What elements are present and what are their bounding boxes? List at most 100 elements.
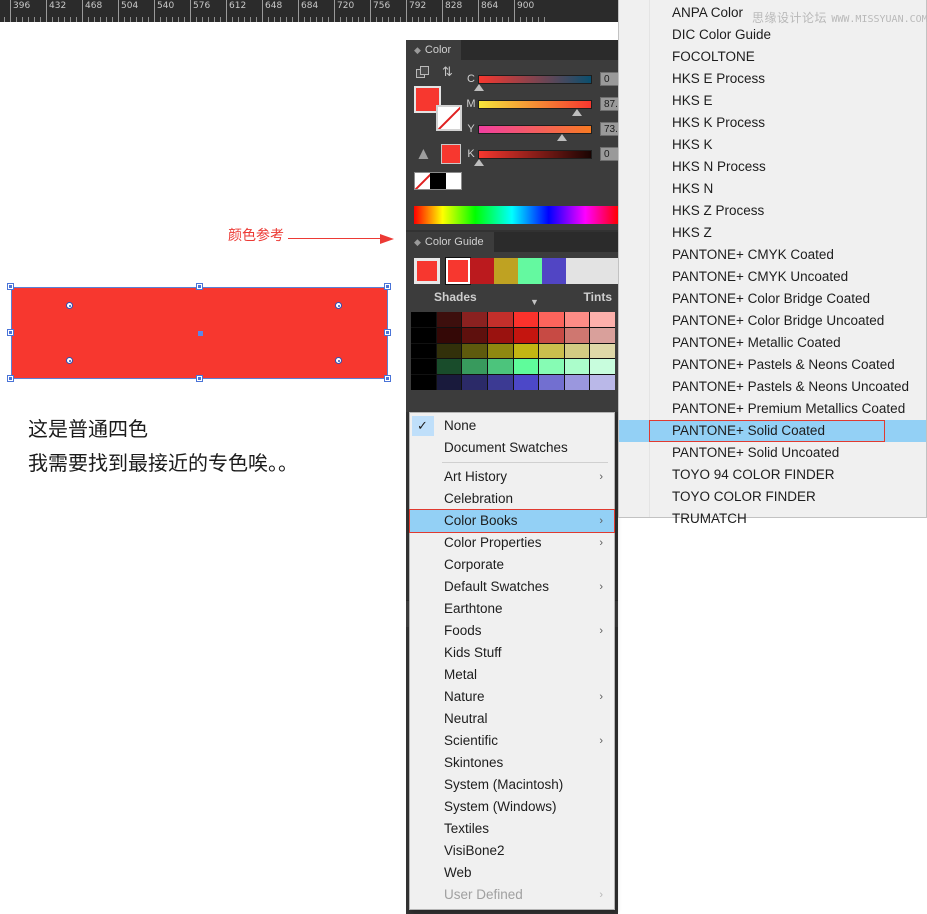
color-variation-swatch[interactable] — [436, 327, 462, 343]
submenu-item-dic-color-guide[interactable]: DIC Color Guide — [619, 24, 926, 46]
path-anchor-point[interactable] — [66, 357, 73, 364]
submenu-item-pantone-cmyk-coated[interactable]: PANTONE+ CMYK Coated — [619, 244, 926, 266]
color-variation-swatch[interactable] — [462, 343, 487, 359]
submenu-item-hks-e-process[interactable]: HKS E Process — [619, 68, 926, 90]
menu-item-scientific[interactable]: Scientific › — [410, 730, 614, 752]
color-variation-swatch[interactable] — [513, 375, 539, 390]
slider-track-m[interactable] — [478, 99, 592, 116]
color-variation-swatch[interactable] — [564, 375, 590, 390]
harmony-swatch[interactable] — [518, 258, 542, 284]
menu-item-foods[interactable]: Foods › — [410, 620, 614, 642]
submenu-item-hks-z[interactable]: HKS Z — [619, 222, 926, 244]
selection-bbox-handle[interactable] — [195, 375, 203, 382]
menu-item-visibone2[interactable]: VisiBone2 — [410, 840, 614, 862]
slider-thumb-c[interactable] — [474, 83, 484, 91]
selection-bbox-handle[interactable] — [384, 375, 391, 382]
slider-thumb-y[interactable] — [556, 133, 567, 141]
color-variation-swatch[interactable] — [590, 312, 615, 327]
color-variation-swatch[interactable] — [462, 327, 487, 343]
color-variation-swatch[interactable] — [436, 375, 462, 390]
submenu-item-pantone-pastels-neons-coated[interactable]: PANTONE+ Pastels & Neons Coated — [619, 354, 926, 376]
menu-item-corporate[interactable]: Corporate — [410, 554, 614, 576]
harmony-swatch[interactable] — [470, 258, 494, 284]
color-variation-swatch[interactable] — [436, 359, 462, 375]
menu-item-system-macintosh[interactable]: System (Macintosh) — [410, 774, 614, 796]
submenu-item-hks-z-process[interactable]: HKS Z Process — [619, 200, 926, 222]
color-variation-swatch[interactable] — [513, 312, 539, 327]
slider-thumb-k[interactable] — [474, 158, 484, 166]
color-variation-swatch[interactable] — [487, 375, 513, 390]
submenu-item-hks-k-process[interactable]: HKS K Process — [619, 112, 926, 134]
color-panel-tabbar[interactable]: ◆ Color — [406, 40, 618, 60]
color-variation-swatch[interactable] — [487, 359, 513, 375]
menu-item-nature[interactable]: Nature › — [410, 686, 614, 708]
slider-thumb-m[interactable] — [572, 108, 583, 116]
submenu-item-pantone-color-bridge-coated[interactable]: PANTONE+ Color Bridge Coated — [619, 288, 926, 310]
path-anchor-point[interactable] — [335, 357, 342, 364]
menu-item-document-swatches[interactable]: Document Swatches — [410, 437, 614, 459]
selection-bbox-handle[interactable] — [384, 329, 391, 336]
selection-bbox-handle[interactable] — [195, 283, 203, 290]
menu-item-neutral[interactable]: Neutral — [410, 708, 614, 730]
color-variation-swatch[interactable] — [539, 343, 564, 359]
selection-bbox-handle[interactable] — [384, 283, 391, 290]
submenu-item-trumatch[interactable]: TRUMATCH — [619, 508, 926, 530]
color-variation-swatch[interactable] — [411, 312, 436, 327]
color-variation-swatch[interactable] — [513, 343, 539, 359]
menu-item-earthtone[interactable]: Earthtone — [410, 598, 614, 620]
submenu-item-pantone-color-bridge-uncoated[interactable]: PANTONE+ Color Bridge Uncoated — [619, 310, 926, 332]
menu-item-textiles[interactable]: Textiles — [410, 818, 614, 840]
color-variation-swatch[interactable] — [513, 359, 539, 375]
cmyk-slider-row-c[interactable]: C0 — [464, 72, 636, 91]
shape-center-point[interactable] — [197, 331, 203, 336]
harmony-swatch[interactable] — [494, 258, 518, 284]
menu-item-color-books[interactable]: Color Books › — [409, 509, 615, 533]
color-variation-swatch[interactable] — [590, 343, 615, 359]
color-variation-swatch[interactable] — [462, 375, 487, 390]
submenu-item-toyo-color-finder[interactable]: TOYO COLOR FINDER — [619, 486, 926, 508]
color-variation-swatch[interactable] — [590, 375, 615, 390]
color-guide-harmony-strip[interactable] — [445, 257, 618, 285]
tab-color-guide[interactable]: ◆ Color Guide — [406, 232, 494, 252]
slider-track-k[interactable] — [474, 149, 592, 166]
harmony-swatch[interactable] — [445, 257, 471, 285]
out-of-gamut-warning-icon[interactable]: ▲ — [415, 145, 433, 162]
none-swatch[interactable] — [415, 173, 431, 189]
menu-item-none[interactable]: ✓ None — [410, 415, 614, 437]
submenu-item-pantone-pastels-neons-uncoated[interactable]: PANTONE+ Pastels & Neons Uncoated — [619, 376, 926, 398]
selection-bbox-handle[interactable] — [7, 283, 14, 290]
color-guide-variation-grid[interactable] — [411, 312, 615, 390]
color-variation-swatch[interactable] — [564, 312, 590, 327]
color-books-submenu[interactable]: ANPA Color DIC Color Guide FOCOLTONE HKS E … — [618, 0, 927, 526]
submenu-item-toyo-94-color-finder[interactable]: TOYO 94 COLOR FINDER — [619, 464, 926, 486]
selection-bbox-handle[interactable] — [7, 375, 14, 382]
color-variation-swatch[interactable] — [436, 343, 462, 359]
stroke-color-swatch[interactable] — [436, 105, 462, 131]
submenu-item-hks-n[interactable]: HKS N — [619, 178, 926, 200]
in-gamut-color-swatch[interactable] — [441, 144, 461, 164]
color-variation-swatch[interactable] — [462, 359, 487, 375]
submenu-item-pantone-cmyk-uncoated[interactable]: PANTONE+ CMYK Uncoated — [619, 266, 926, 288]
color-variation-swatch[interactable] — [590, 359, 615, 375]
color-variation-swatch[interactable] — [411, 375, 436, 390]
menu-item-web[interactable]: Web — [410, 862, 614, 884]
black-swatch[interactable] — [430, 173, 446, 189]
menu-item-skintones[interactable]: Skintones — [410, 752, 614, 774]
menu-item-art-history[interactable]: Art History › — [410, 466, 614, 488]
color-variation-swatch[interactable] — [564, 343, 590, 359]
color-spectrum-bar[interactable] — [414, 206, 618, 224]
white-swatch[interactable] — [445, 173, 461, 189]
cmyk-slider-row-m[interactable]: M 87.54 — [464, 97, 636, 116]
menu-item-color-properties[interactable]: Color Properties › — [410, 532, 614, 554]
color-variation-swatch[interactable] — [539, 359, 564, 375]
color-variation-swatch[interactable] — [564, 359, 590, 375]
submenu-item-hks-e[interactable]: HKS E — [619, 90, 926, 112]
color-variation-swatch[interactable] — [539, 312, 564, 327]
color-variation-swatch[interactable] — [513, 327, 539, 343]
submenu-item-hks-n-process[interactable]: HKS N Process — [619, 156, 926, 178]
menu-item-metal[interactable]: Metal — [410, 664, 614, 686]
swatch-libraries-menu[interactable]: ✓ None Document Swatches Art History › Celebr… — [409, 412, 615, 910]
path-anchor-point[interactable] — [66, 302, 73, 309]
submenu-item-pantone-solid-uncoated[interactable]: PANTONE+ Solid Uncoated — [619, 442, 926, 464]
chevron-down-icon[interactable]: ▼ — [530, 297, 539, 307]
